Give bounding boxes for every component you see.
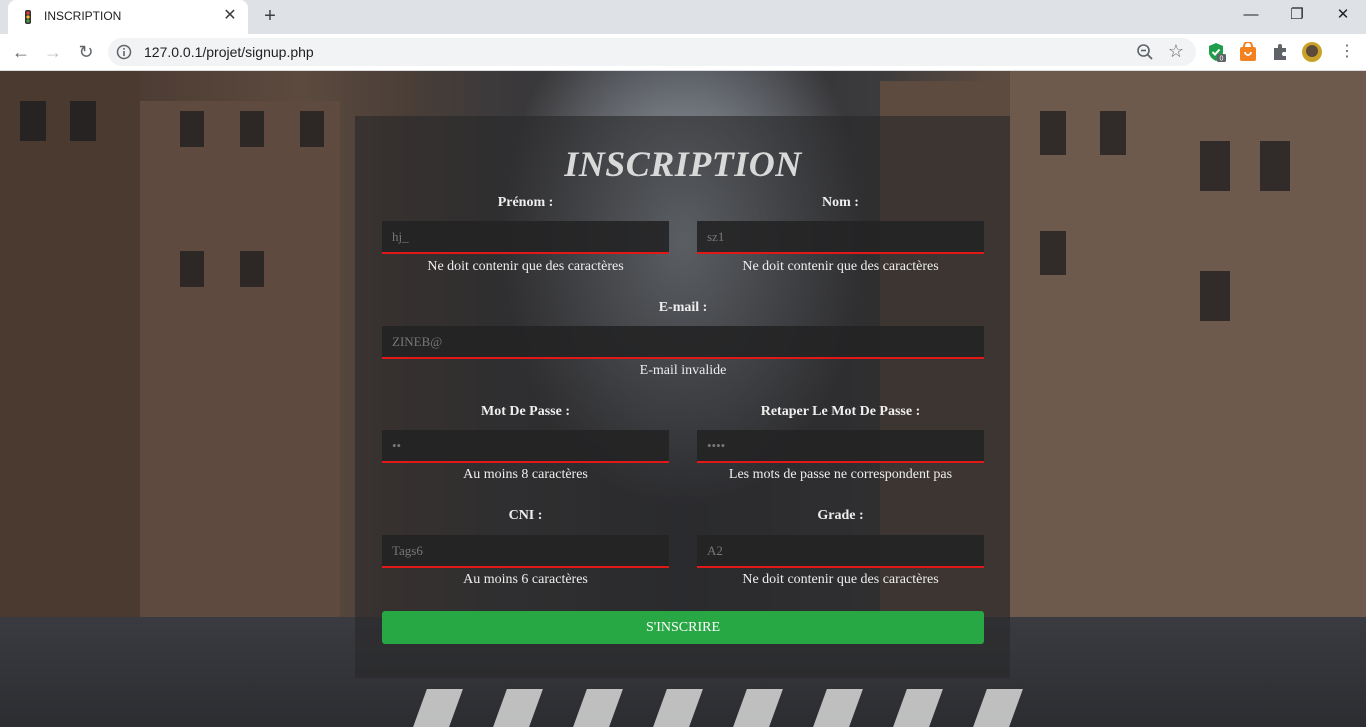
password-confirm-error: Les mots de passe ne correspondent pas: [728, 467, 953, 482]
password-confirm-input[interactable]: [697, 430, 984, 463]
cni-error: Au moins 6 caractères: [463, 572, 588, 587]
prenom-label: Prénom :: [497, 195, 554, 210]
form-title: INSCRIPTION: [564, 144, 802, 184]
zoom-out-icon[interactable]: [1136, 43, 1154, 61]
grade-input[interactable]: [697, 535, 984, 568]
window: [240, 251, 264, 287]
close-tab-icon[interactable]: ✕: [220, 6, 240, 26]
nom-label: Nom :: [822, 195, 859, 210]
tab-title: INSCRIPTION: [44, 9, 122, 23]
grade-label: Grade :: [817, 508, 864, 523]
shield-extension-icon[interactable]: 0: [1206, 42, 1226, 62]
email-input[interactable]: [382, 326, 984, 359]
menu-kebab-icon[interactable]: ⋮: [1334, 39, 1360, 65]
shopping-bag-extension-icon[interactable]: [1238, 42, 1258, 62]
window: [1200, 271, 1230, 321]
address-bar[interactable]: 127.0.0.1/projet/signup.php ☆: [108, 38, 1196, 66]
new-tab-button[interactable]: +: [258, 5, 282, 29]
traffic-light-icon: [25, 10, 31, 24]
password-confirm-label: Retaper Le Mot De Passe :: [760, 404, 921, 419]
nom-input[interactable]: [697, 221, 984, 254]
url-text: 127.0.0.1/projet/signup.php: [144, 44, 314, 60]
nom-error: Ne doit contenir que des caractères: [742, 259, 939, 274]
window: [180, 111, 204, 147]
window: [180, 251, 204, 287]
password-error: Au moins 8 caractères: [463, 467, 588, 482]
browser-toolbar: ← → ↻ 127.0.0.1/projet/signup.php ☆ 0 ⋮: [0, 34, 1366, 71]
cni-input[interactable]: [382, 535, 669, 568]
back-button[interactable]: ←: [8, 39, 34, 65]
profile-avatar[interactable]: [1302, 42, 1322, 62]
close-window-button[interactable]: ✕: [1320, 0, 1366, 30]
prenom-error: Ne doit contenir que des caractères: [427, 259, 624, 274]
extension-badge: 0: [1220, 56, 1224, 63]
cni-label: CNI :: [508, 508, 543, 523]
info-icon[interactable]: [116, 44, 132, 60]
browser-tab[interactable]: INSCRIPTION ✕: [8, 0, 248, 34]
password-input[interactable]: [382, 430, 669, 463]
bookmark-star-icon[interactable]: ☆: [1168, 41, 1184, 61]
email-error: E-mail invalide: [639, 363, 727, 378]
browser-tab-bar: INSCRIPTION ✕ + — ❐ ✕: [0, 0, 1366, 34]
window: [240, 111, 264, 147]
window: [70, 101, 96, 141]
window: [1040, 231, 1066, 275]
password-label: Mot De Passe :: [480, 404, 571, 419]
email-label: E-mail :: [658, 300, 708, 315]
puzzle-extensions-icon[interactable]: [1270, 42, 1290, 62]
forward-button[interactable]: →: [40, 39, 66, 65]
prenom-input[interactable]: [382, 221, 669, 254]
signup-submit-button[interactable]: S'INSCRIRE: [382, 611, 984, 644]
restore-button[interactable]: ❐: [1274, 0, 1320, 30]
window: [300, 111, 324, 147]
reload-button[interactable]: ↻: [73, 39, 99, 65]
minimize-button[interactable]: —: [1228, 0, 1274, 30]
grade-error: Ne doit contenir que des caractères: [742, 572, 939, 587]
window: [20, 101, 46, 141]
